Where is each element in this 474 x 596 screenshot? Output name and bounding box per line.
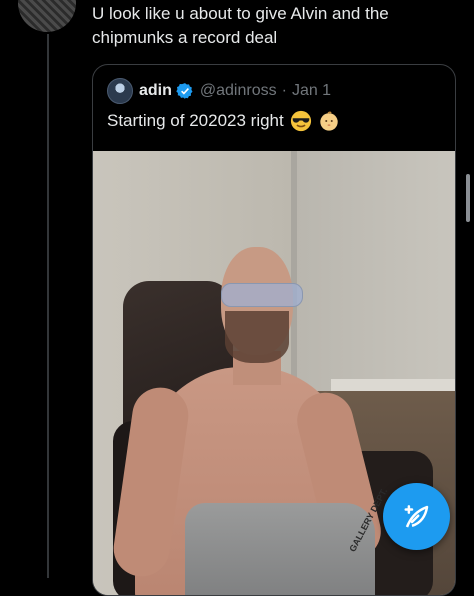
quoted-author-handle[interactable]: @adinross	[200, 82, 277, 100]
compose-button[interactable]	[383, 483, 450, 550]
reply-text: U look like u about to give Alvin and th…	[92, 4, 389, 47]
thread-line	[47, 34, 49, 578]
header-separator: ·	[281, 82, 287, 99]
photo-wall-corner	[291, 151, 297, 411]
sunglasses-face-icon	[290, 110, 311, 132]
photo-pants	[185, 503, 375, 595]
quoted-author-name[interactable]: adin	[139, 82, 172, 100]
photo-beard	[225, 311, 289, 363]
scrollbar-thumb[interactable]	[466, 174, 470, 222]
quoted-tweet-date[interactable]: Jan 1	[292, 82, 331, 100]
reply-author-avatar[interactable]	[18, 0, 76, 32]
photo-wall-right	[293, 151, 455, 411]
quoted-tweet-body: Starting of 202023 right	[107, 111, 284, 130]
verified-badge-icon	[176, 83, 193, 99]
quoted-tweet-header: adin @adinross · Jan 1	[107, 78, 331, 104]
baby-face-icon	[320, 111, 338, 131]
photo-glasses	[221, 283, 303, 307]
compose-feather-icon	[404, 504, 428, 527]
quoted-author-avatar[interactable]	[107, 78, 133, 104]
photo-baseboard	[331, 379, 455, 391]
quoted-tweet-text: Starting of 202023 right	[107, 109, 340, 133]
